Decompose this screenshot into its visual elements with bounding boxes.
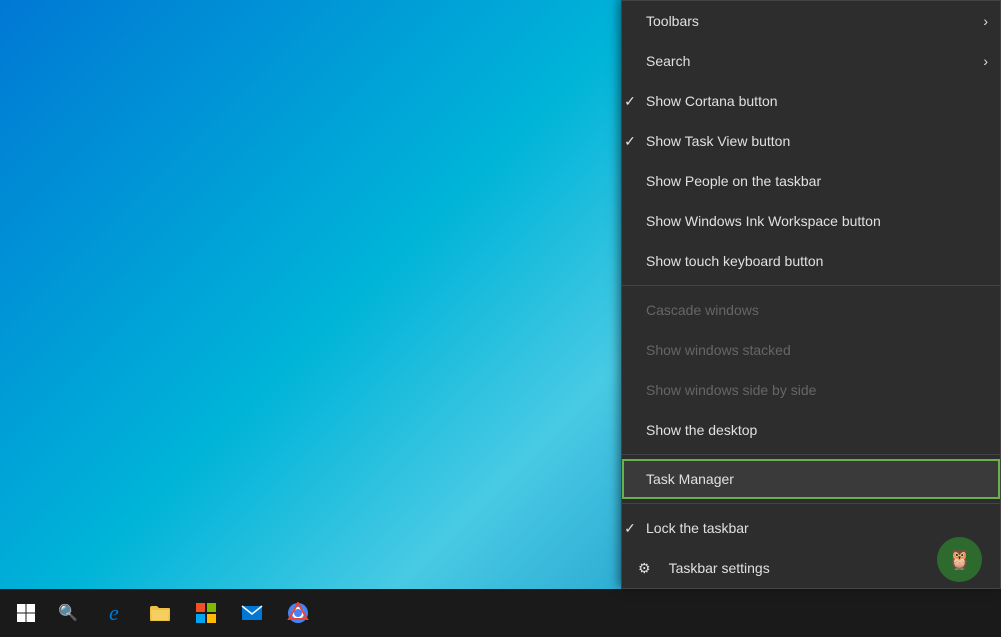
menu-item-label-task_manager: Task Manager bbox=[638, 471, 980, 487]
gear-icon: ⚙ bbox=[638, 560, 651, 577]
windows-icon bbox=[16, 603, 36, 623]
menu-separator bbox=[622, 285, 1000, 286]
folder-icon bbox=[149, 604, 171, 622]
taskbar: 🔍 e bbox=[0, 589, 1001, 637]
menu-item-task_manager[interactable]: Task Manager bbox=[622, 459, 1000, 499]
menu-item-toolbars[interactable]: Toolbars› bbox=[622, 1, 1000, 41]
start-button[interactable] bbox=[4, 591, 48, 635]
menu-item-cascade_windows: Cascade windows bbox=[622, 290, 1000, 330]
menu-item-label-toolbars: Toolbars bbox=[638, 13, 980, 29]
store-button[interactable] bbox=[184, 591, 228, 635]
menu-item-label-show_windows_ink: Show Windows Ink Workspace button bbox=[638, 213, 980, 229]
menu-separator bbox=[622, 503, 1000, 504]
menu-item-label-cascade_windows: Cascade windows bbox=[638, 302, 980, 318]
check-icon: ✓ bbox=[622, 93, 638, 110]
chrome-icon bbox=[287, 602, 309, 624]
menu-item-show_windows_ink[interactable]: Show Windows Ink Workspace button bbox=[622, 201, 1000, 241]
mail-icon bbox=[241, 605, 263, 621]
file-explorer-button[interactable] bbox=[138, 591, 182, 635]
edge-button[interactable]: e bbox=[92, 591, 136, 635]
menu-item-show_stacked: Show windows stacked bbox=[622, 330, 1000, 370]
context-menu: Toolbars›Search›✓Show Cortana button✓Sho… bbox=[621, 0, 1001, 589]
search-button[interactable]: 🔍 bbox=[50, 591, 90, 635]
menu-item-show_side_by_side: Show windows side by side bbox=[622, 370, 1000, 410]
chrome-button[interactable] bbox=[276, 591, 320, 635]
store-icon bbox=[195, 602, 217, 624]
menu-item-label-show_task_view: Show Task View button bbox=[638, 133, 980, 149]
check-icon: ✓ bbox=[622, 520, 638, 537]
menu-item-taskbar_settings[interactable]: ⚙ Taskbar settings bbox=[622, 548, 1000, 588]
menu-item-label-show_side_by_side: Show windows side by side bbox=[638, 382, 980, 398]
menu-item-label-show_cortana: Show Cortana button bbox=[638, 93, 980, 109]
menu-separator bbox=[622, 454, 1000, 455]
check-icon: ✓ bbox=[622, 133, 638, 150]
menu-item-lock_taskbar[interactable]: ✓Lock the taskbar bbox=[622, 508, 1000, 548]
mail-button[interactable] bbox=[230, 591, 274, 635]
menu-item-label-show_people: Show People on the taskbar bbox=[638, 173, 980, 189]
menu-item-label-show_desktop: Show the desktop bbox=[638, 422, 980, 438]
menu-item-show_desktop[interactable]: Show the desktop bbox=[622, 410, 1000, 450]
menu-item-show_cortana[interactable]: ✓Show Cortana button bbox=[622, 81, 1000, 121]
menu-item-label-lock_taskbar: Lock the taskbar bbox=[638, 520, 980, 536]
menu-item-label-show_stacked: Show windows stacked bbox=[638, 342, 980, 358]
submenu-arrow-icon: › bbox=[983, 13, 988, 29]
menu-item-show_touch_keyboard[interactable]: Show touch keyboard button bbox=[622, 241, 1000, 281]
menu-item-show_people[interactable]: Show People on the taskbar bbox=[622, 161, 1000, 201]
menu-item-label-search: Search bbox=[638, 53, 980, 69]
menu-item-search[interactable]: Search› bbox=[622, 41, 1000, 81]
submenu-arrow-icon: › bbox=[983, 53, 988, 69]
menu-item-label-show_touch_keyboard: Show touch keyboard button bbox=[638, 253, 980, 269]
menu-item-label-taskbar_settings: Taskbar settings bbox=[661, 560, 980, 576]
menu-item-show_task_view[interactable]: ✓Show Task View button bbox=[622, 121, 1000, 161]
